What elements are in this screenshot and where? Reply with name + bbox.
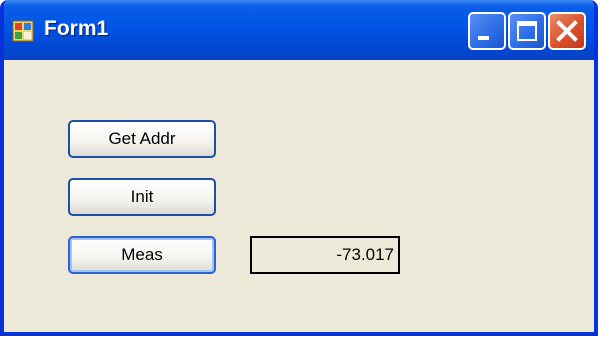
- meas-button[interactable]: Meas: [68, 236, 216, 274]
- get-addr-button[interactable]: Get Addr: [68, 120, 216, 158]
- close-icon: [556, 20, 578, 42]
- close-button[interactable]: [548, 12, 586, 50]
- minimize-icon: [478, 36, 489, 40]
- init-button[interactable]: Init: [68, 178, 216, 216]
- form-client-area: Get Addr Init Meas -73.017: [4, 60, 594, 332]
- minimize-button[interactable]: [468, 12, 506, 50]
- measurement-value-label: -73.017: [250, 236, 400, 274]
- window-title: Form1: [44, 17, 109, 40]
- title-bar[interactable]: Form1: [4, 0, 594, 60]
- maximize-icon: [517, 21, 537, 41]
- windows-form-icon[interactable]: [12, 20, 34, 42]
- form1-window: Form1 Get Addr Init Meas -73.017: [0, 0, 598, 336]
- maximize-button[interactable]: [508, 12, 546, 50]
